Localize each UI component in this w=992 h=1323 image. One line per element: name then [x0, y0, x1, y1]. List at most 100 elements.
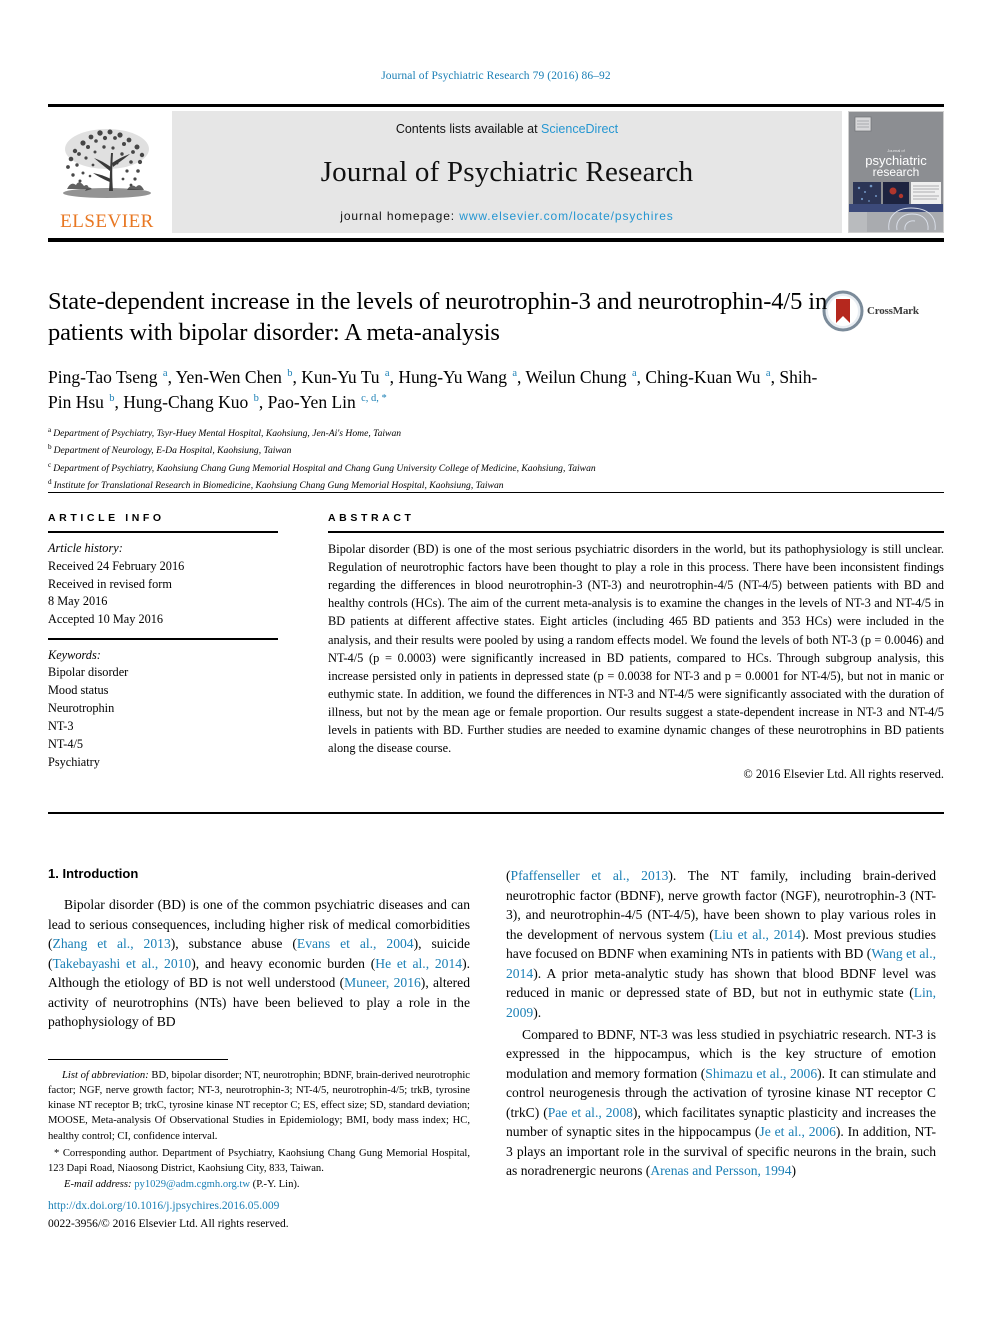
affiliation-text: Department of Psychiatry, Tsyr-Huey Ment… — [53, 428, 402, 440]
svg-text:research: research — [873, 165, 920, 179]
author-name: Yen-Wen Chen — [175, 366, 287, 387]
keyword-item: Psychiatry — [48, 754, 100, 769]
author-separator: , — [258, 391, 268, 412]
author-name: Hung-Chang Kuo — [123, 391, 253, 412]
citation-link[interactable]: Takebayashi et al., 2010 — [53, 956, 192, 971]
body-text: ), and heavy economic burden ( — [191, 955, 376, 971]
citation-link[interactable]: Zhang et al., 2013 — [53, 936, 171, 951]
email-suffix: (P.-Y. Lin). — [250, 1178, 300, 1190]
title-block: State-dependent increase in the levels o… — [48, 286, 828, 494]
email-link[interactable]: py1029@adm.cgmh.org.tw — [134, 1179, 250, 1190]
affiliation-list: a Department of Psychiatry, Tsyr-Huey Men… — [48, 425, 848, 493]
article-history-line: 8 May 2016 — [48, 594, 108, 609]
sciencedirect-link[interactable]: ScienceDirect — [541, 122, 618, 136]
citation-link[interactable]: Evans et al., 2004 — [297, 936, 414, 951]
affiliation-text: Institute for Translational Research in … — [53, 479, 504, 491]
citation-link[interactable]: Pfaffenseller et al., 2013 — [511, 868, 669, 883]
body-column-right: (Pfaffenseller et al., 2013). The NT fam… — [506, 866, 936, 1183]
abbreviation-footnote: List of abbreviation: BD, bipolar disord… — [48, 1068, 470, 1144]
journal-homepage-line: journal homepage: www.elsevier.com/locat… — [340, 209, 673, 223]
contents-prefix: Contents lists available at — [395, 122, 542, 136]
journal-masthead: ELSEVIER Contents lists available at Sci… — [48, 104, 944, 233]
crossmark-label: CrossMark — [867, 305, 919, 317]
body-text: ) — [791, 1163, 797, 1179]
crossmark-badge[interactable]: CrossMark — [822, 288, 926, 334]
affiliation: a Department of Psychiatry, Tsyr-Huey Men… — [48, 425, 848, 442]
affiliation-text: Department of Psychiatry, Kaohsiung Chan… — [53, 462, 596, 474]
author-separator: , — [292, 366, 302, 387]
footnote-separator — [48, 1059, 228, 1060]
intro-paragraph-left: Bipolar disorder (BD) is one of the comm… — [48, 895, 470, 1032]
keyword-item: Mood status — [48, 683, 109, 698]
issn-copyright-line: 0022-3956/© 2016 Elsevier Ltd. All right… — [48, 1218, 289, 1230]
article-history-line: Accepted 10 May 2016 — [48, 612, 164, 627]
doi-link[interactable]: http://dx.doi.org/10.1016/j.jpsychires.2… — [48, 1200, 279, 1212]
journal-cover-image: Journal of psychiatric research — [849, 112, 943, 232]
intro-paragraph-right-2: Compared to BDNF, NT-3 was less studied … — [506, 1025, 936, 1182]
author-separator: , — [167, 366, 176, 387]
running-head: Journal of Psychiatric Research 79 (2016… — [381, 70, 611, 82]
homepage-label: journal homepage: — [340, 209, 460, 223]
introduction-heading: 1. Introduction — [48, 866, 139, 881]
keywords-lines: Bipolar disorder Mood status Neurotrophin N… — [48, 664, 278, 771]
elsevier-tree-icon — [63, 129, 151, 198]
article-history-label: Article history: — [48, 541, 123, 555]
abstract-bottom-rule — [48, 812, 944, 814]
journal-cover-thumbnail: Journal of psychiatric research — [848, 111, 944, 233]
email-label: E-mail address: — [64, 1178, 132, 1190]
article-history-lines: Received 24 February 2016 Received in rev… — [48, 558, 278, 629]
keyword-item: NT-3 — [48, 718, 74, 733]
journal-title: Journal of Psychiatric Research — [320, 156, 694, 188]
keyword-item: NT-4/5 — [48, 736, 84, 751]
author-affiliation-mark: c, d, * — [361, 392, 387, 404]
citation-link[interactable]: He et al., 2014 — [375, 956, 462, 971]
abstract-text: Bipolar disorder (BD) is one of the most… — [328, 542, 944, 756]
abstract-rule — [328, 531, 944, 533]
author-name: Ping-Tao Tseng — [48, 366, 162, 387]
masthead-bottom-rule — [48, 238, 944, 242]
paper-page: Journal of Psychiatric Research 79 (2016… — [0, 0, 992, 1323]
affiliation: c Department of Psychiatry, Kaohsiung Cha… — [48, 460, 848, 477]
affiliation-text: Department of Neurology, E-Da Hospital, … — [53, 445, 292, 457]
page-title: State-dependent increase in the levels o… — [48, 288, 828, 347]
contents-list-line: Contents lists available at ScienceDirec… — [396, 122, 618, 136]
author-separator: , — [114, 391, 124, 412]
elsevier-wordmark: ELSEVIER — [60, 211, 154, 232]
info-top-rule — [48, 492, 944, 493]
citation-link[interactable]: Shimazu et al., 2006 — [705, 1066, 817, 1081]
journal-banner: Contents lists available at ScienceDirec… — [172, 111, 842, 233]
citation-link[interactable]: Liu et al., 2014 — [714, 927, 801, 942]
author-list: Ping-Tao Tseng a, Yen-Wen Chen b, Kun-Yu… — [48, 365, 838, 415]
keywords-label: Keywords: — [48, 647, 101, 662]
keywords-rule — [48, 638, 278, 640]
author-name: Kun-Yu Tu — [301, 366, 384, 387]
citation-link[interactable]: Pae et al., 2008 — [548, 1105, 633, 1120]
affiliation: b Department of Neurology, E-Da Hospital,… — [48, 442, 848, 459]
body-column-left: 1. Introduction Bipolar disorder (BD) is… — [48, 866, 470, 1034]
keyword-item: Bipolar disorder — [48, 665, 129, 680]
body-text: ). — [533, 1004, 542, 1020]
email-footnote: E-mail address: py1029@adm.cgmh.org.tw (… — [48, 1177, 470, 1192]
abstract-section: ABSTRACT Bipolar disorder (BD) is one of… — [328, 512, 944, 782]
keyword-item: Neurotrophin — [48, 701, 115, 716]
footnote-section: List of abbreviation: BD, bipolar disord… — [48, 1068, 470, 1192]
article-history-line: Received 24 February 2016 — [48, 558, 185, 573]
citation-link[interactable]: Arenas and Persson, 1994 — [650, 1163, 791, 1178]
article-history-line: Received in revised form — [48, 576, 172, 591]
author-name: Ching-Kuan Wu — [645, 366, 765, 387]
abstract-copyright: © 2016 Elsevier Ltd. All rights reserved… — [743, 767, 944, 782]
citation-link[interactable]: Muneer, 2016 — [344, 975, 421, 990]
body-text: ). A prior meta-analytic study has shown… — [506, 965, 936, 1001]
author-name: Pao-Yen Lin — [267, 391, 361, 412]
abstract-heading: ABSTRACT — [328, 512, 415, 524]
homepage-url-link[interactable]: www.elsevier.com/locate/psychires — [459, 209, 673, 223]
citation-link[interactable]: Je et al., 2006 — [759, 1124, 835, 1139]
article-info-section: ARTICLE INFO Article history: Received 2… — [48, 512, 278, 771]
author-name: Weilun Chung — [525, 366, 631, 387]
intro-paragraph-right-1: (Pfaffenseller et al., 2013). The NT fam… — [506, 866, 936, 1023]
article-info-rule — [48, 531, 278, 533]
author-name: Hung-Yu Wang — [398, 366, 512, 387]
crossmark-icon — [822, 290, 864, 332]
elsevier-logo: ELSEVIER — [48, 111, 166, 233]
body-text: ), substance abuse ( — [170, 936, 297, 952]
